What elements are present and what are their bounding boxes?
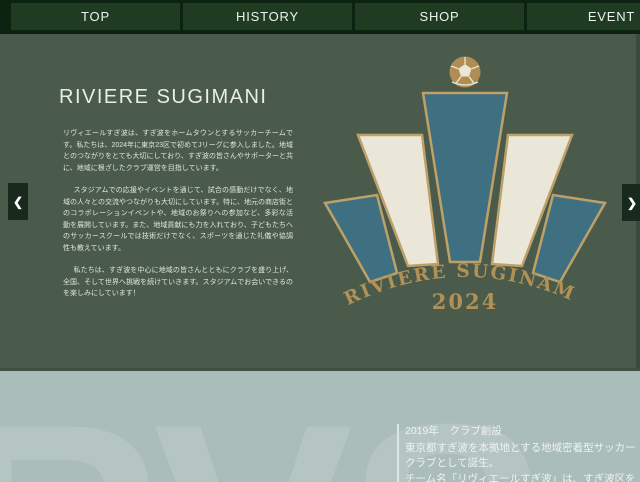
- timeline-heading: 2019年 クラブ創設: [405, 425, 502, 437]
- top-nav: TOP HISTORY SHOP EVENT: [0, 0, 640, 34]
- club-description-paragraph-1: リヴィエールすぎ波は、すぎ波をホームタウンとするサッカーチームです。私たちは、2…: [63, 130, 293, 172]
- soccer-ball-icon: [449, 56, 481, 88]
- nav-item-top[interactable]: TOP: [11, 3, 180, 30]
- nav-item-event[interactable]: EVENT: [527, 3, 640, 30]
- history-section: RVS 2019年 クラブ創設 東京都すぎ波を本拠地とする地域密着型サッカークラ…: [0, 371, 640, 482]
- timeline-body: 東京都すぎ波を本拠地とする地域密着型サッカークラブとして誕生。: [405, 441, 636, 470]
- nav-item-history[interactable]: HISTORY: [183, 3, 352, 30]
- club-description-paragraph-2: スタジアムでの応援やイベントを通じて、試合の感動だけでなく、地域の人々との交流や…: [63, 187, 293, 252]
- carousel-prev-button[interactable]: ❮: [8, 183, 28, 220]
- timeline-entry-2019: 2019年 クラブ創設 東京都すぎ波を本拠地とする地域密着型サッカークラブとして…: [397, 424, 637, 482]
- club-description: リヴィエールすぎ波は、すぎ波をホームタウンとするサッカーチームです。私たちは、2…: [63, 128, 293, 311]
- carousel-next-button[interactable]: ❯: [622, 184, 640, 221]
- timeline-body-partial: チーム名「リヴィエールすぎ波」は、すぎ波区を: [405, 472, 636, 482]
- chevron-right-icon: ❯: [626, 195, 638, 210]
- crest-year: 2024: [432, 289, 498, 314]
- club-title: RIVIERE SUGIMANI: [59, 86, 268, 108]
- nav-item-shop[interactable]: SHOP: [355, 3, 524, 30]
- club-crest-emblem: RIVIERE SUGINAMI 2024: [315, 45, 607, 314]
- chevron-left-icon: ❮: [12, 194, 24, 209]
- hero-slide: RIVIERE SUGIMANI リヴィエールすぎ波は、すぎ波をホームタウンとす…: [0, 34, 640, 371]
- club-description-paragraph-3: 私たちは、すぎ波を中心に地域の皆さんとともにクラブを盛り上げ、全国、そして世界へ…: [63, 267, 293, 297]
